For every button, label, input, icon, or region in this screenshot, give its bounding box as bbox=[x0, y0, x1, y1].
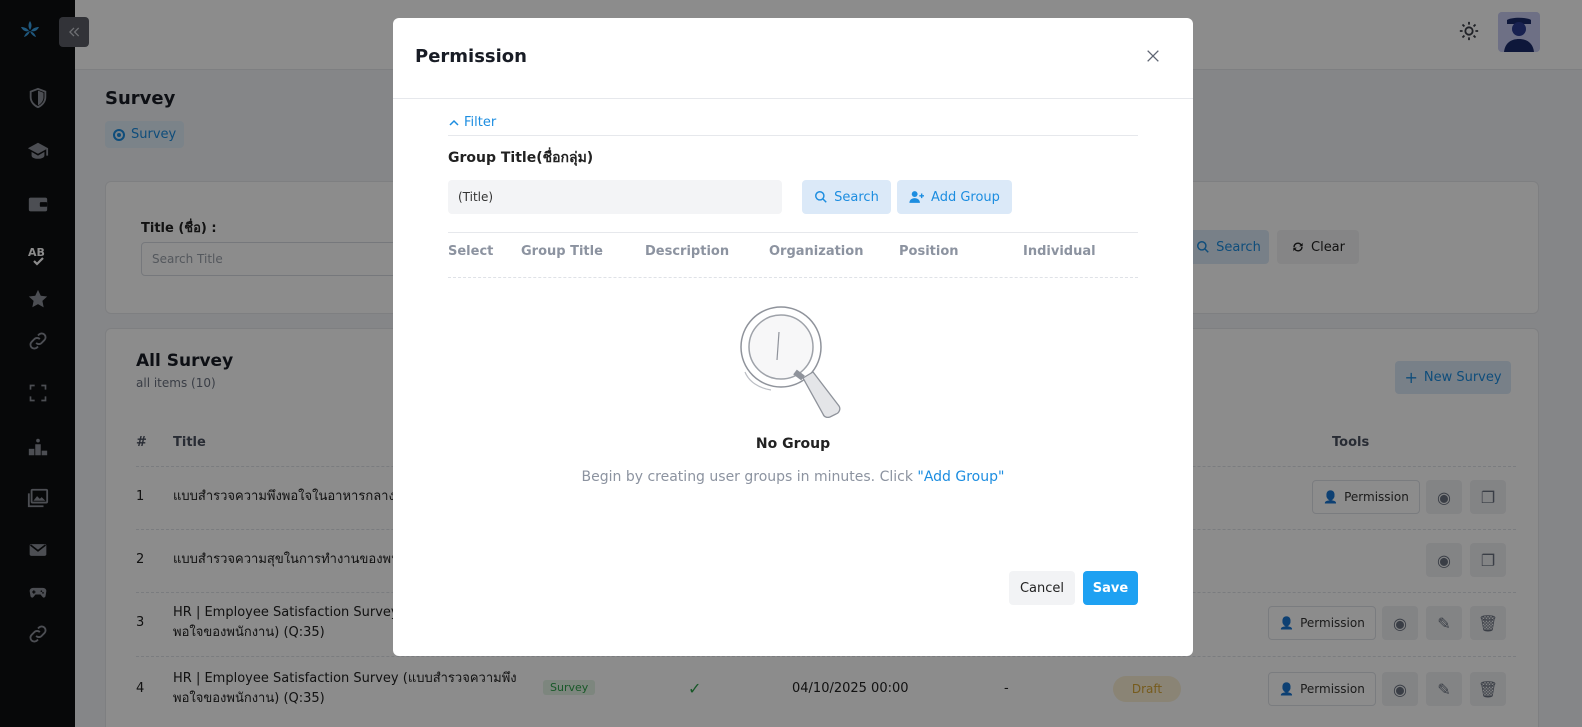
column-header-individual: Individual bbox=[1023, 244, 1096, 259]
add-group-link[interactable]: "Add Group" bbox=[917, 469, 1004, 485]
empty-state-description: Begin by creating user groups in minutes… bbox=[393, 469, 1193, 485]
modal-title: Permission bbox=[415, 46, 527, 67]
group-search-label: Search bbox=[834, 189, 879, 205]
add-group-button[interactable]: Add Group bbox=[897, 180, 1012, 214]
table-top-border bbox=[448, 232, 1138, 233]
column-header-group-title: Group Title bbox=[521, 244, 603, 259]
table-header-divider bbox=[448, 277, 1138, 278]
add-group-label: Add Group bbox=[931, 189, 1000, 205]
column-header-position: Position bbox=[899, 244, 959, 259]
save-button[interactable]: Save bbox=[1083, 571, 1138, 605]
empty-state-title: No Group bbox=[755, 436, 831, 452]
empty-state-text: Begin by creating user groups in minutes… bbox=[581, 469, 918, 485]
column-header-select: Select bbox=[448, 244, 494, 259]
modal-header: Permission bbox=[393, 18, 1193, 99]
cancel-button[interactable]: Cancel bbox=[1009, 571, 1075, 605]
close-icon[interactable] bbox=[1145, 48, 1163, 66]
filter-toggle-label: Filter bbox=[464, 115, 497, 130]
group-title-label: Group Title(ชื่อกลุ่ม) bbox=[448, 150, 594, 166]
group-search-button[interactable]: Search bbox=[802, 180, 891, 214]
search-icon bbox=[815, 191, 827, 203]
group-title-input[interactable]: (Title) bbox=[448, 180, 782, 214]
chevron-up-icon bbox=[449, 119, 459, 126]
divider bbox=[448, 135, 1138, 136]
user-plus-icon bbox=[909, 191, 925, 203]
magnifier-icon bbox=[733, 302, 843, 422]
column-header-organization: Organization bbox=[769, 244, 864, 259]
filter-toggle[interactable]: Filter bbox=[448, 115, 496, 130]
column-header-description: Description bbox=[645, 244, 730, 259]
permission-modal: Permission Filter Group Title(ชื่อกลุ่ม)… bbox=[393, 18, 1193, 656]
